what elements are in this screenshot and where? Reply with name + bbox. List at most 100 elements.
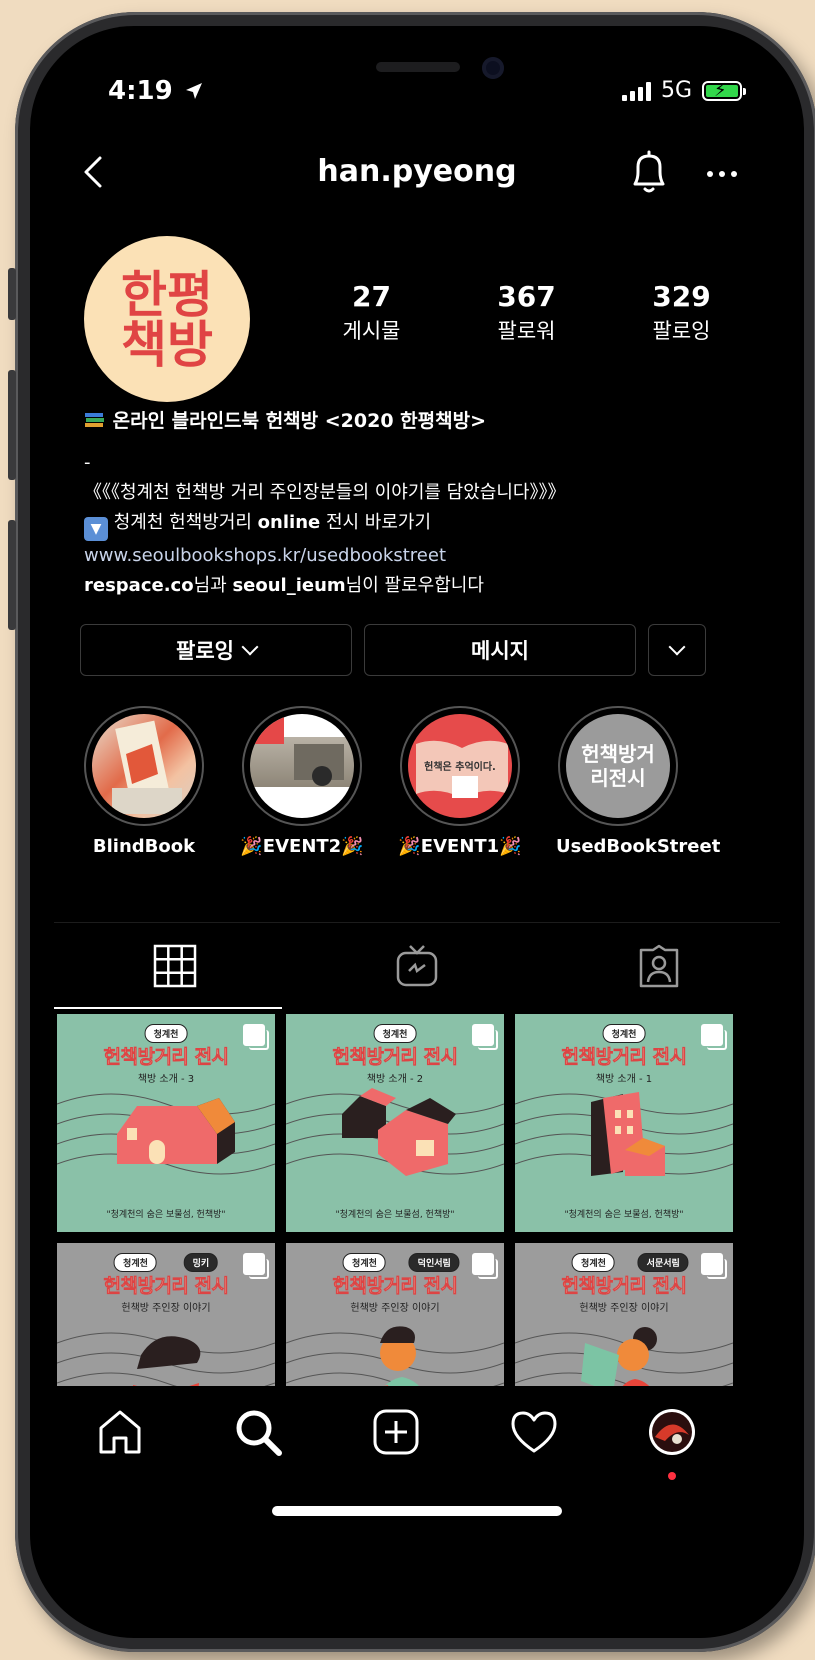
carousel-icon (701, 1253, 727, 1279)
followed-by-end: 님이 팔로우합니다 (345, 575, 484, 596)
status-time-text: 4:19 (108, 76, 173, 106)
highlight-cover (92, 714, 196, 818)
status-time: 4:19 (108, 76, 204, 106)
followed-by-user-2[interactable]: seoul_ieum (232, 575, 345, 596)
status-indicators: 5G ⚡ (621, 78, 746, 103)
message-button-label: 메시지 (471, 639, 529, 663)
highlight-event1[interactable]: 헌책은 추억이다. 🎉EVENT1🎉 (398, 706, 522, 857)
posts-label: 게시물 (342, 319, 401, 343)
highlight-cover-text: 헌책방거리전시 (581, 742, 655, 790)
bio-line-4-pre: 청계천 헌책방거리 (113, 512, 258, 533)
followers-count: 367 (497, 280, 556, 313)
bio-line-3: 《《《청계천 헌책방 거리 주인장분들의 이야기를 담았습니다》》》 (84, 482, 566, 503)
bio-line-4-bold: online (257, 512, 321, 533)
bio-website-link[interactable]: www.seoulbookshops.kr/usedbookstreet (84, 541, 764, 571)
post-footer: "청계천의 숨은 보물섬, 헌책방" (335, 1210, 455, 1220)
following-button[interactable]: 팔로잉 (80, 624, 352, 676)
bio-line-4: ▼ 청계천 헌책방거리 online 전시 바로가기 (84, 508, 764, 541)
bell-icon[interactable] (626, 148, 672, 198)
followed-by-mid: 님과 (193, 575, 233, 596)
tagged-icon (639, 944, 679, 988)
carousel-icon (243, 1024, 269, 1050)
earpiece-speaker (376, 62, 460, 72)
volume-up-button (8, 370, 16, 480)
books-emoji-icon (85, 413, 104, 427)
profile-tabs (54, 922, 780, 1009)
message-button[interactable]: 메시지 (364, 624, 636, 676)
tab-igtv[interactable] (296, 923, 538, 1009)
screen: 4:19 5G ⚡ han.pyeong 한평 책방 27 게시물 367 팔로… (54, 54, 780, 1619)
post-thumbnail[interactable]: 청계천 헌책방거리 전시 책방 소개 - 3 "청계천의 숨은 보물섬, 헌책방… (57, 1014, 275, 1232)
grid-icon (153, 944, 197, 988)
post-footer: "청계천의 숨은 보물섬, 헌책방" (106, 1210, 226, 1220)
front-camera (482, 57, 504, 79)
bio-line-1-text: 온라인 블라인드북 헌책방 <2020 한평책방> (112, 410, 487, 432)
highlight-name: UsedBookStreet (556, 836, 721, 857)
suggested-accounts-button[interactable] (648, 624, 706, 676)
followers-label: 팔로워 (497, 319, 556, 343)
highlight-usedbookstreet[interactable]: 헌책방거리전시 UsedBookStreet (556, 706, 721, 857)
post-footer: "청계천의 숨은 보물섬, 헌책방" (564, 1210, 684, 1220)
highlight-cover (250, 714, 354, 818)
carousel-icon (472, 1253, 498, 1279)
highlight-cover: 헌책방거리전시 (566, 714, 670, 818)
highlight-blindbook[interactable]: BlindBook (82, 706, 206, 857)
network-label: 5G (660, 78, 692, 103)
chevron-down-icon (241, 638, 259, 656)
profile-avatar-icon (649, 1409, 695, 1455)
tab-posts-grid[interactable] (54, 923, 296, 1009)
notch (220, 54, 614, 108)
post-thumbnail[interactable]: 청계천 헌책방거리 전시 책방 소개 - 2 "청계천의 숨은 보물섬, 헌책방… (286, 1014, 504, 1232)
post-thumbnail[interactable]: 청계천 헌책방거리 전시 책방 소개 - 1 "청계천의 숨은 보물섬, 헌책방… (515, 1014, 733, 1232)
profile-avatar[interactable]: 한평 책방 (84, 236, 250, 402)
nav-search[interactable] (228, 1402, 288, 1462)
highlight-cover-text: 헌책은 추억이다. (424, 762, 496, 773)
add-icon (373, 1409, 419, 1455)
bottom-navigation (54, 1386, 780, 1619)
location-arrow-icon (185, 83, 202, 99)
story-highlights: BlindBook 🎉EVENT2🎉 헌책은 추억이다. 🎉EVENT1🎉 헌책… (82, 706, 721, 857)
stat-following[interactable]: 329 팔로잉 (604, 280, 759, 345)
profile-bio: 온라인 블라인드북 헌책방 <2020 한평책방> - 《《《청계천 헌책방 거… (84, 406, 764, 601)
house-illustration (117, 1098, 235, 1164)
nav-home[interactable] (90, 1402, 150, 1462)
nav-new-post[interactable] (366, 1402, 426, 1462)
bio-line-2: - (84, 452, 91, 473)
more-icon[interactable] (702, 154, 742, 194)
signal-icon (621, 81, 651, 101)
home-icon (99, 1410, 141, 1454)
houses-illustration (342, 1088, 456, 1176)
search-icon (236, 1410, 282, 1456)
chevron-down-icon (668, 638, 686, 656)
carousel-icon (243, 1253, 269, 1279)
profile-stats: 27 게시물 367 팔로워 329 팔로잉 (294, 280, 759, 345)
nav-activity[interactable] (504, 1402, 564, 1462)
highlight-cover: 헌책은 추억이다. (408, 714, 512, 818)
following-button-label: 팔로잉 (176, 639, 234, 663)
highlight-event2[interactable]: 🎉EVENT2🎉 (240, 706, 364, 857)
highlight-name: 🎉EVENT2🎉 (240, 836, 364, 857)
highlight-name: 🎉EVENT1🎉 (398, 836, 522, 857)
following-label: 팔로잉 (652, 319, 711, 343)
avatar-text-line2: 책방 (121, 316, 213, 374)
profile-header: han.pyeong (54, 146, 780, 202)
building-illustration (591, 1092, 665, 1176)
followed-by-user-1[interactable]: respace.co (84, 575, 194, 596)
stat-followers[interactable]: 367 팔로워 (449, 280, 604, 345)
followed-by: respace.co님과 seoul_ieum님이 팔로우합니다 (84, 571, 764, 601)
battery-icon: ⚡ (702, 80, 746, 101)
posts-count: 27 (352, 280, 391, 313)
nav-profile[interactable] (642, 1402, 702, 1462)
home-indicator[interactable] (272, 1506, 562, 1516)
heart-icon (511, 1411, 557, 1453)
mute-switch (8, 268, 16, 320)
carousel-icon (472, 1024, 498, 1050)
bio-line-4-post: 전시 바로가기 (320, 512, 432, 533)
avatar-text-line1: 한평 (121, 266, 213, 324)
following-count: 329 (652, 280, 711, 313)
stat-posts[interactable]: 27 게시물 (294, 280, 449, 345)
igtv-icon (396, 945, 438, 987)
tab-tagged[interactable] (538, 923, 780, 1009)
volume-down-button (8, 520, 16, 630)
highlight-name: BlindBook (92, 836, 196, 857)
